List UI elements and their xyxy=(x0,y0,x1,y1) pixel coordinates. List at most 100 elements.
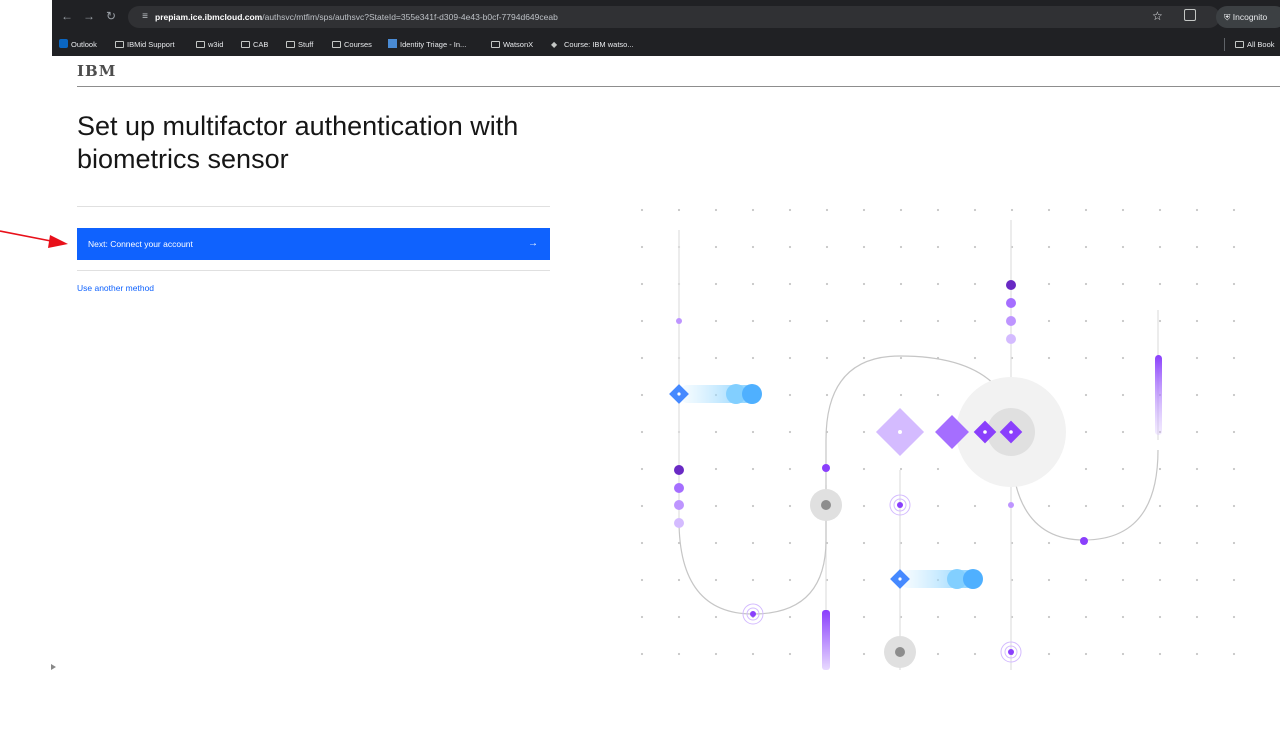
header-divider xyxy=(77,86,1280,87)
bookmark-w3id[interactable]: w3id xyxy=(196,38,223,52)
grid-dot xyxy=(1121,356,1125,360)
back-icon[interactable]: ← xyxy=(60,9,74,23)
folder-icon xyxy=(332,41,341,48)
site-info-icon[interactable]: ≡ xyxy=(138,10,152,24)
grid-dot xyxy=(936,652,940,656)
bookmark-label: Outlook xyxy=(71,40,97,49)
grid-dot xyxy=(1195,245,1199,249)
grid-dot xyxy=(1195,615,1199,619)
grid-dot xyxy=(1084,430,1088,434)
grid-dot xyxy=(1232,356,1236,360)
reload-icon[interactable]: ↻ xyxy=(104,9,118,23)
grid-dot xyxy=(936,467,940,471)
grid-dot xyxy=(788,541,792,545)
grid-dot xyxy=(1195,319,1199,323)
grid-dot xyxy=(1084,282,1088,286)
grid-dot xyxy=(899,208,903,212)
folder-icon xyxy=(196,41,205,48)
grid-dot xyxy=(1121,319,1125,323)
grid-dot xyxy=(1232,615,1236,619)
bookmark-stuff[interactable]: Stuff xyxy=(286,38,313,52)
grid-dot xyxy=(1084,245,1088,249)
folder-icon xyxy=(491,41,500,48)
grid-dot xyxy=(1047,245,1051,249)
url-host: prepiam.ice.ibmcloud.com xyxy=(155,12,263,22)
bookmark-star-icon[interactable]: ☆ xyxy=(1152,9,1163,23)
grid-dot xyxy=(899,356,903,360)
biometrics-illustration xyxy=(610,208,1236,670)
grid-dot xyxy=(1195,467,1199,471)
grid-dot xyxy=(1232,319,1236,323)
grid-dot xyxy=(1084,467,1088,471)
bookmark-cab[interactable]: CAB xyxy=(241,38,268,52)
grid-dot xyxy=(1158,615,1162,619)
grid-dot xyxy=(1232,467,1236,471)
bookmark-course-ibm-watso[interactable]: ◆ Course: IBM watso... xyxy=(551,38,634,52)
grid-dot xyxy=(788,319,792,323)
grid-dot xyxy=(1232,430,1236,434)
grid-dot xyxy=(788,393,792,397)
grid-dot xyxy=(1232,541,1236,545)
grid-dot xyxy=(862,245,866,249)
grid-dot xyxy=(1047,282,1051,286)
grid-dot xyxy=(788,356,792,360)
outlook-icon xyxy=(59,39,68,48)
button-label: Next: Connect your account xyxy=(88,239,193,249)
grid-dot xyxy=(825,393,829,397)
grid-dot xyxy=(788,430,792,434)
incognito-label: Incognito xyxy=(1232,12,1268,22)
grid-dot xyxy=(1195,393,1199,397)
grid-dot xyxy=(640,541,644,545)
extensions-icon[interactable] xyxy=(1184,9,1196,21)
grid-dot xyxy=(751,652,755,656)
grid-dot xyxy=(1121,430,1125,434)
grid-dot xyxy=(788,282,792,286)
bookmark-outlook[interactable]: Outlook xyxy=(59,38,97,52)
grid-dot xyxy=(1232,504,1236,508)
grid-dot xyxy=(714,430,718,434)
grid-dot xyxy=(936,541,940,545)
bookmark-identity-triage[interactable]: Identity Triage - In... xyxy=(388,38,466,52)
grid-dot xyxy=(1084,578,1088,582)
grid-dot xyxy=(899,319,903,323)
folder-icon xyxy=(241,41,250,48)
bookmark-ibmid-support[interactable]: IBMid Support xyxy=(115,38,175,52)
grid-dot xyxy=(862,541,866,545)
grid-dot xyxy=(936,282,940,286)
bookmark-label: CAB xyxy=(253,40,269,49)
forward-icon[interactable]: → xyxy=(82,9,96,23)
grid-dot xyxy=(640,245,644,249)
grid-dot xyxy=(751,467,755,471)
grid-dot xyxy=(1158,282,1162,286)
divider xyxy=(77,270,550,271)
grid-dot xyxy=(677,615,681,619)
address-bar[interactable]: ≡ prepiam.ice.ibmcloud.com/authsvc/mtfim… xyxy=(128,6,1220,28)
grid-dot xyxy=(862,652,866,656)
grid-dot xyxy=(1121,541,1125,545)
incognito-badge[interactable]: ⛨ Incognito xyxy=(1216,6,1280,28)
use-another-method-link[interactable]: Use another method xyxy=(77,282,154,294)
grid-dot xyxy=(640,652,644,656)
grid-dot xyxy=(1084,319,1088,323)
bookmark-courses[interactable]: Courses xyxy=(332,38,372,52)
grid-dot xyxy=(1010,208,1014,212)
grid-dot xyxy=(714,356,718,360)
bookmark-label: Stuff xyxy=(298,40,314,49)
grid-dot xyxy=(640,615,644,619)
grid-dot xyxy=(1195,541,1199,545)
all-bookmarks[interactable]: All Book xyxy=(1235,38,1275,52)
url-text[interactable]: prepiam.ice.ibmcloud.com/authsvc/mtfim/s… xyxy=(155,10,558,24)
grid-dot xyxy=(862,578,866,582)
bookmark-watsonx[interactable]: WatsonX xyxy=(491,38,533,52)
grid-dot xyxy=(640,578,644,582)
grid-dot xyxy=(825,208,829,212)
grid-dot xyxy=(788,467,792,471)
grid-dot xyxy=(1047,615,1051,619)
grid-dot xyxy=(1232,652,1236,656)
grid-dot xyxy=(788,245,792,249)
cursor-icon xyxy=(51,664,56,670)
next-connect-account-button[interactable]: Next: Connect your account → xyxy=(77,228,550,260)
grid-dot xyxy=(714,208,718,212)
grid-dot xyxy=(640,467,644,471)
bookmark-label: IBMid Support xyxy=(127,40,175,49)
